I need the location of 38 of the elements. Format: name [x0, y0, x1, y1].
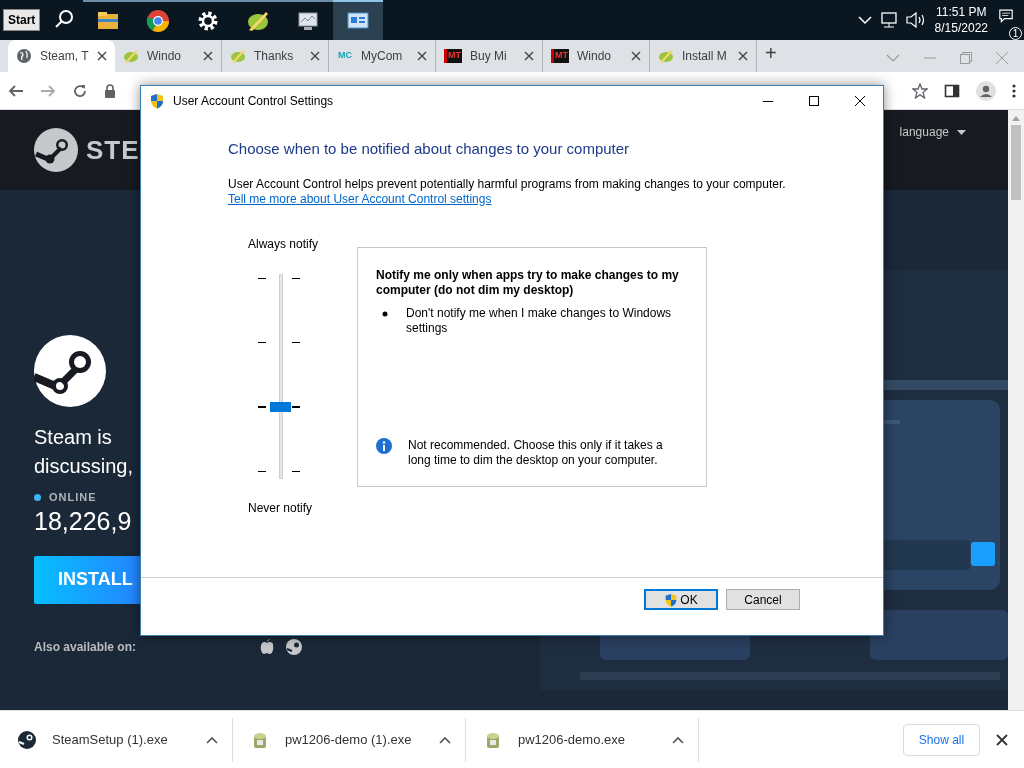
cancel-button[interactable]: Cancel [726, 589, 800, 610]
clock-date: 8/15/2022 [934, 20, 988, 37]
online-label: ONLINE [49, 490, 97, 505]
notification-count: 1 [1009, 27, 1022, 40]
description-text: User Account Control helps prevent potentially harmful programs from making changes to your computer. [228, 176, 787, 192]
tab-title: Steam, T [40, 48, 89, 65]
show-all-button[interactable]: Show all [903, 723, 980, 756]
tab-title: Install M [682, 48, 728, 65]
warning-text: Not recommended. Choose this only if it takes a long time to dim the desktop on your computer. [408, 437, 664, 468]
browser-tab[interactable]: Steam, T [8, 40, 115, 72]
favicon-text: MT [551, 49, 569, 63]
info-title: Notify me only when apps try to make changes to my computer (do not dim my desktop) [376, 267, 680, 298]
download-item[interactable]: pw1206-demo (1).exe [233, 717, 466, 762]
tab-title: MyCom [361, 48, 404, 65]
tab-title: Windo [577, 48, 612, 65]
tab-title: Windo [147, 48, 182, 65]
clock-time: 11:51 PM [935, 3, 988, 20]
ok-button[interactable]: OK [644, 589, 718, 610]
dialog-heading: Choose when to be notified about changes to your computer [228, 139, 631, 159]
favicon-text: MC [337, 49, 353, 63]
slider-top-label: Always notify [247, 235, 320, 253]
online-count: 18,226,9 [34, 505, 132, 536]
logo-text: STE [86, 133, 140, 167]
help-link[interactable]: Tell me more about User Account Control settings [228, 191, 492, 207]
tagline-text: discussing, [34, 454, 133, 479]
favicon-text: MT [444, 49, 462, 63]
start-button[interactable]: Start [3, 9, 41, 31]
bullet-text: Don't notify me when I make changes to Windows settings [406, 305, 673, 336]
new-tab-button[interactable]: + [765, 38, 777, 68]
slider-bottom-label: Never notify [247, 499, 314, 517]
tab-title: Thanks [254, 48, 295, 65]
tab-title: Buy Mi [470, 48, 508, 65]
window-title: User Account Control Settings [173, 93, 335, 110]
availability-text: Also available on: [34, 638, 138, 656]
language-menu[interactable]: language [899, 123, 966, 141]
download-item[interactable]: pw1206-demo.exe [466, 717, 699, 762]
tagline-text: Steam is [34, 425, 112, 450]
download-item[interactable]: SteamSetup (1).exe [0, 717, 233, 762]
